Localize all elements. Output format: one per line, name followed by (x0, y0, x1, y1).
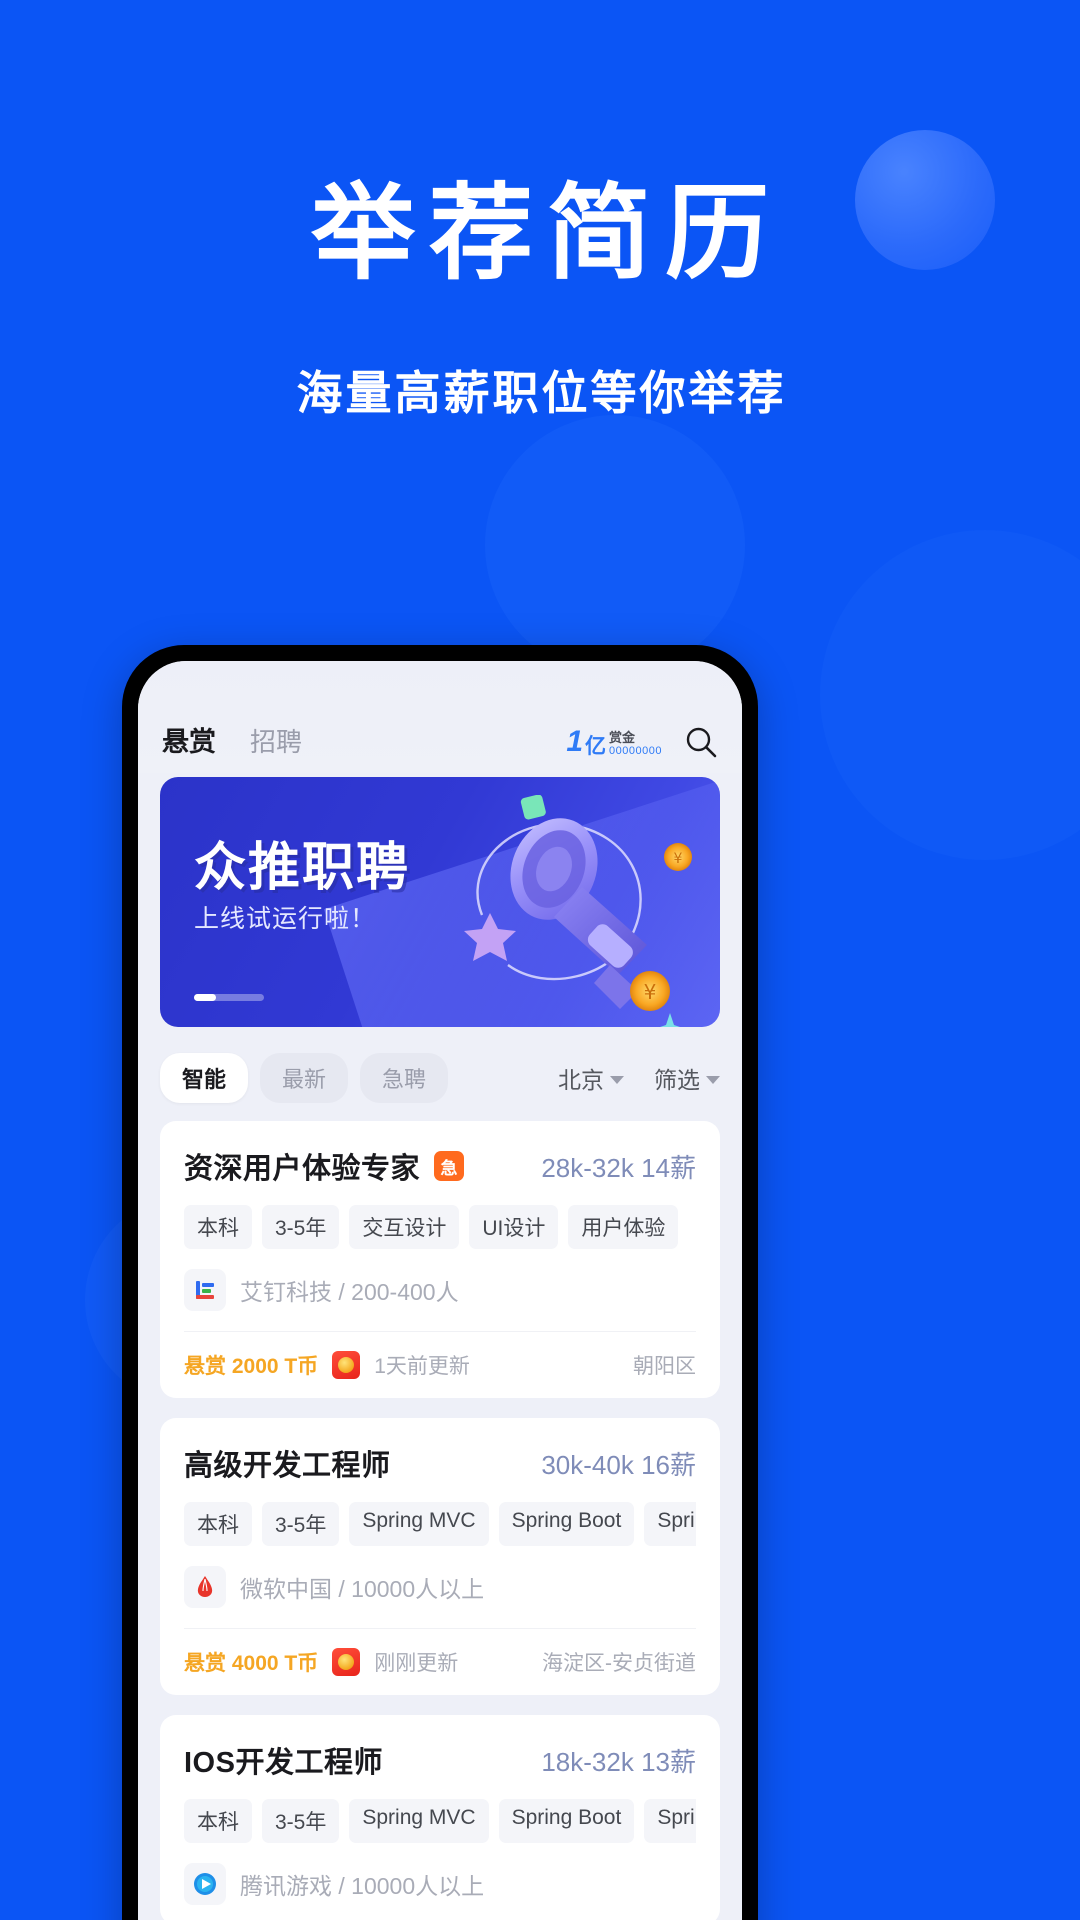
chip-urgent[interactable]: 急聘 (360, 1053, 449, 1103)
company-logo-icon (184, 1566, 226, 1608)
job-footer: 悬赏 2000 T币 1天前更新 朝阳区 (184, 1331, 696, 1398)
job-salary: 28k-32k 14薪 (541, 1152, 696, 1183)
banner-slide[interactable]: ¥ ¥ 众推职聘 上线试运行啦！ (160, 777, 720, 1027)
company-name: 腾讯游戏 / 10000人以上 (240, 1873, 485, 1899)
company-logo-icon (184, 1269, 226, 1311)
job-title: 资深用户体验专家 (184, 1153, 421, 1185)
job-salary: 30k-40k 16薪 (541, 1449, 696, 1480)
job-card[interactable]: 资深用户体验专家 急 28k-32k 14薪 本科 3-5年 交互设计 UI设计… (160, 1121, 720, 1398)
app-header: 悬赏 招聘 1 亿 赏金 00000000 (138, 661, 742, 773)
job-list: 资深用户体验专家 急 28k-32k 14薪 本科 3-5年 交互设计 UI设计… (138, 1121, 742, 1920)
megaphone-icon: ¥ ¥ (464, 795, 692, 1027)
job-tags: 本科 3-5年 Spring MVC Spring Boot Spring Bo… (184, 1799, 696, 1843)
job-header: 资深用户体验专家 急 28k-32k 14薪 (184, 1145, 696, 1187)
bounty-value: 2000 (231, 1355, 279, 1378)
bounty-label: 悬赏 (184, 1355, 226, 1378)
chevron-down-icon (610, 1075, 624, 1084)
job-tag: 3-5年 (262, 1502, 340, 1546)
bounty-pool-label: 赏金 (609, 730, 636, 745)
job-tag: Spring MVC (349, 1799, 489, 1843)
bounty-pool-unit: 亿 (585, 735, 607, 758)
decorative-circle-middle (485, 415, 745, 675)
job-tags: 本科 3-5年 交互设计 UI设计 用户体验 (184, 1205, 696, 1249)
bounty-pool-badge[interactable]: 1 亿 赏金 00000000 (566, 725, 662, 758)
bounty-pool-zeros: 00000000 (609, 745, 662, 757)
decorative-circle-right (820, 530, 1080, 860)
company-row: 腾讯游戏 / 10000人以上 (184, 1863, 696, 1920)
job-card[interactable]: 高级开发工程师 30k-40k 16薪 本科 3-5年 Spring MVC S… (160, 1418, 720, 1695)
job-tag: Spring Boot (498, 1502, 635, 1546)
job-tag: 本科 (184, 1502, 252, 1546)
job-district: 海淀区-安贞街道 (542, 1652, 696, 1675)
update-time: 刚刚更新 (374, 1652, 459, 1675)
bounty-unit: T币 (284, 1355, 319, 1378)
company-name: 微软中国 / 10000人以上 (240, 1576, 485, 1602)
job-title: 高级开发工程师 (184, 1450, 391, 1482)
city-selector[interactable]: 北京 (558, 1061, 624, 1095)
bounty-pool-number: 1 (566, 725, 583, 758)
coin-icon (332, 1648, 361, 1676)
banner-title: 众推职聘 (194, 839, 411, 897)
job-tag: UI设计 (469, 1205, 559, 1249)
chip-newest[interactable]: 最新 (260, 1053, 349, 1103)
job-tags: 本科 3-5年 Spring MVC Spring Boot Spring Bo… (184, 1502, 696, 1546)
job-tag: Spring Boot (644, 1502, 696, 1546)
job-tag: Spring MVC (349, 1502, 489, 1546)
page-title: 举荐简历 (310, 176, 783, 292)
phone-screen: 悬赏 招聘 1 亿 赏金 00000000 ¥ ¥ 众推职聘 上线试运行啦！ 智… (138, 661, 742, 1920)
banner-pagination[interactable] (194, 994, 264, 1001)
update-time: 1天前更新 (374, 1355, 470, 1378)
company-logo-icon (184, 1863, 226, 1905)
page-subtitle: 海量高薪职位等你举荐 (296, 366, 787, 419)
job-tag: 交互设计 (349, 1205, 460, 1249)
job-tag: Spring Boot (498, 1799, 635, 1843)
job-footer: 悬赏 4000 T币 刚刚更新 海淀区-安贞街道 (184, 1628, 696, 1695)
job-tag: 3-5年 (262, 1799, 340, 1843)
job-salary: 18k-32k 13薪 (541, 1746, 696, 1777)
bounty-amount: 悬赏 4000 T币 (184, 1647, 318, 1677)
search-icon[interactable] (684, 725, 718, 759)
job-title: IOS开发工程师 (184, 1747, 383, 1779)
company-row: 微软中国 / 10000人以上 (184, 1566, 696, 1628)
chip-smart[interactable]: 智能 (160, 1053, 249, 1103)
job-tag: 本科 (184, 1205, 252, 1249)
chevron-down-icon (706, 1075, 720, 1084)
hero-section: 举荐简历 海量高薪职位等你举荐 (0, 175, 1080, 423)
header-actions: 1 亿 赏金 00000000 (566, 725, 718, 759)
urgent-badge: 急 (434, 1151, 465, 1181)
job-card[interactable]: IOS开发工程师 18k-32k 13薪 本科 3-5年 Spring MVC … (160, 1715, 720, 1920)
bounty-value: 4000 (231, 1652, 279, 1675)
job-tag: 本科 (184, 1799, 252, 1843)
bounty-unit: T币 (284, 1652, 319, 1675)
job-tag: Spring Boot (644, 1799, 696, 1843)
job-header: 高级开发工程师 30k-40k 16薪 (184, 1442, 696, 1484)
company-name: 艾钉科技 / 200-400人 (240, 1279, 459, 1305)
tab-bar: 悬赏 招聘 (162, 720, 566, 759)
banner-carousel[interactable]: ¥ ¥ 众推职聘 上线试运行啦！ (138, 773, 742, 1027)
job-tag: 用户体验 (568, 1205, 679, 1249)
tab-recruitment[interactable]: 招聘 (250, 722, 302, 759)
job-tag: 3-5年 (262, 1205, 340, 1249)
banner-dot-track (194, 994, 264, 1001)
more-filters-button[interactable]: 筛选 (654, 1061, 720, 1095)
company-row: 艾钉科技 / 200-400人 (184, 1269, 696, 1331)
svg-text:¥: ¥ (644, 980, 657, 1004)
more-filters-label: 筛选 (654, 1067, 700, 1093)
tab-bounty[interactable]: 悬赏 (162, 720, 216, 759)
bounty-amount: 悬赏 2000 T币 (184, 1350, 318, 1380)
coin-icon (332, 1351, 361, 1379)
banner-subtitle: 上线试运行啦！ (194, 905, 377, 933)
job-header: IOS开发工程师 18k-32k 13薪 (184, 1739, 696, 1781)
city-label: 北京 (558, 1067, 604, 1093)
job-district: 朝阳区 (633, 1355, 696, 1378)
bounty-label: 悬赏 (184, 1652, 226, 1675)
filter-bar: 智能 最新 急聘 北京 筛选 (138, 1027, 742, 1121)
phone-mockup: 悬赏 招聘 1 亿 赏金 00000000 ¥ ¥ 众推职聘 上线试运行啦！ 智… (122, 645, 758, 1920)
svg-text:¥: ¥ (674, 851, 683, 867)
